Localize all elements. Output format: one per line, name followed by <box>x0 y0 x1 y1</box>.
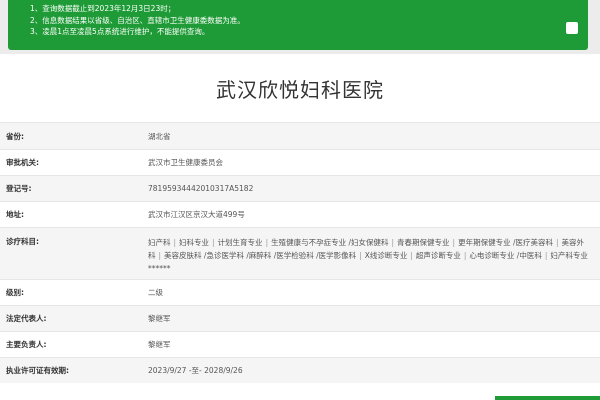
row-legal-rep: 法定代表人: 黎继军 <box>0 305 600 331</box>
subject-separator: | <box>265 238 269 247</box>
province-value: 湖北省 <box>148 131 171 141</box>
notice-banner: 1、查询数据截止到2023年12月3日23时； 2、信息数据结果以省级、自治区、… <box>8 0 588 50</box>
bottom-accent-bar <box>495 396 600 400</box>
row-authority: 审批机关: 武汉市卫生健康委员会 <box>0 149 600 175</box>
notice-line-1: 1、查询数据截止到2023年12月3日23时； <box>30 4 176 13</box>
legal-rep-value: 黎继军 <box>148 314 171 323</box>
subject-item: X线诊断专业 <box>364 251 408 260</box>
subject-item: 妇产科 <box>148 238 171 247</box>
row-license: 执业许可证有效期: 2023/9/27 -至- 2028/9/26 <box>0 357 600 383</box>
principal-label: 主要负责人: <box>6 340 47 349</box>
license-label: 执业许可证有效期: <box>6 366 69 375</box>
authority-label: 审批机关: <box>6 158 39 167</box>
row-level: 级别: 二级 <box>0 279 600 305</box>
subject-separator: | <box>391 238 395 247</box>
row-province: 省份: 湖北省 <box>0 122 600 149</box>
subject-item: 青春期保健专业 <box>397 238 450 247</box>
row-address: 地址: 武汉市江汉区京汉大道499号 <box>0 201 600 227</box>
subject-separator: | <box>212 238 215 247</box>
reg-no-label: 登记号: <box>6 184 32 193</box>
subject-item: 妇科专业 <box>179 238 210 247</box>
subjects-tail: ****** <box>148 264 171 273</box>
subject-item: 生殖健康与不孕症专业 /妇女保健科 <box>271 238 389 247</box>
subjects-label: 诊疗科目: <box>6 237 39 246</box>
row-principal: 主要负责人: 黎继军 <box>0 331 600 357</box>
subject-separator: | <box>452 238 456 247</box>
subject-separator: | <box>359 251 362 260</box>
subject-item: 美容皮肤科 /急诊医学科 /麻醉科 /医学检验科 /医学影像科 <box>164 251 357 260</box>
page-title: 武汉欣悦妇科医院 <box>216 78 384 102</box>
legal-rep-label: 法定代表人: <box>6 314 47 323</box>
authority-value: 武汉市卫生健康委员会 <box>148 158 223 167</box>
notice-line-3: 3、凌晨1点至凌晨5点系统进行维护，不能提供查询。 <box>30 27 210 36</box>
info-table: 省份: 湖北省 审批机关: 武汉市卫生健康委员会 登记号: 7819593444… <box>0 122 600 383</box>
address-label: 地址: <box>6 210 24 219</box>
subject-separator: | <box>158 251 162 260</box>
province-label: 省份: <box>6 131 24 141</box>
row-reg-no: 登记号: 78195934442010317A5182 <box>0 175 600 201</box>
notice-line-2: 2、信息数据结果以省级、自治区、直辖市卫生健康委数据为准。 <box>30 15 245 25</box>
subject-separator: | <box>173 238 177 247</box>
subject-item: 更年期保健专业 /医疗美容科 <box>458 238 553 247</box>
subject-item: 心电诊断专业 /中医科 <box>469 251 542 260</box>
address-value: 武汉市江汉区京汉大道499号 <box>148 210 245 219</box>
subject-item: 超声诊断专业 <box>415 251 461 260</box>
hospital-card: 武汉欣悦妇科医院 省份: 湖北省 审批机关: 武汉市卫生健康委员会 登记号: 7… <box>0 54 600 400</box>
subject-separator: | <box>556 238 559 247</box>
row-subjects: 诊疗科目: 妇产科 | 妇科专业 | 计划生育专业 | 生殖健康与不孕症专业 /妇女保健科 |… <box>0 227 600 279</box>
subject-item: 妇产科专业 <box>550 251 588 260</box>
level-value: 二级 <box>148 288 163 297</box>
reg-no-value: 78195934442010317A5182 <box>148 184 254 193</box>
principal-value: 黎继军 <box>148 340 171 349</box>
subject-separator: | <box>410 251 413 260</box>
close-icon[interactable] <box>566 22 578 34</box>
subject-item: 计划生育专业 <box>217 238 263 247</box>
license-value: 2023/9/27 -至- 2028/9/26 <box>148 366 243 375</box>
subjects-value: 妇产科 | 妇科专业 | 计划生育专业 | 生殖健康与不孕症专业 /妇女保健科 | 青春期保健专… <box>148 236 600 275</box>
level-label: 级别: <box>6 288 24 297</box>
